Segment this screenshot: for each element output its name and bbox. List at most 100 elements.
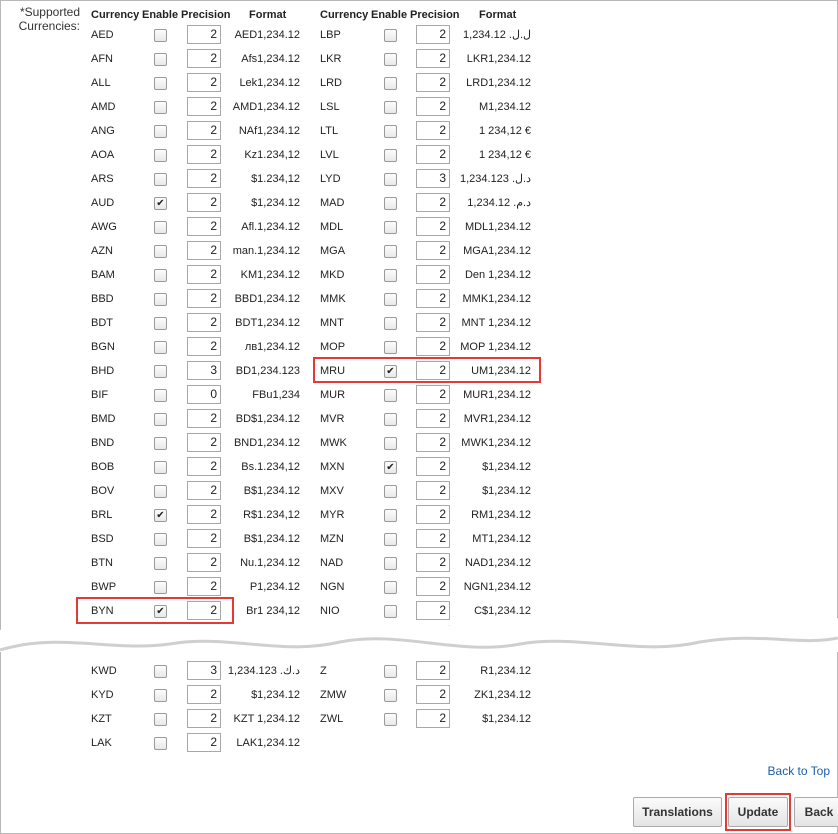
enable-checkbox[interactable] [384,413,397,426]
header-currency-right: Currency [320,9,369,21]
format-value: RM1,234.12 [471,509,531,521]
format-value: MOP 1,234.12 [460,341,531,353]
currency-row: MVR 2 MVR1,234.12 [0,407,560,431]
currency-row: MZN 2 MT1,234.12 [0,527,560,551]
precision-input[interactable]: 2 [416,505,450,524]
enable-checkbox[interactable] [384,317,397,330]
enable-checkbox[interactable] [384,437,397,450]
currency-code: LYD [320,173,341,185]
precision-input[interactable]: 2 [416,457,450,476]
currency-code: ZWL [320,713,344,725]
precision-input[interactable]: 2 [416,25,450,44]
enable-checkbox[interactable] [384,341,397,354]
enable-checkbox[interactable] [384,197,397,210]
currency-row: MKD 2 Den 1,234.12 [0,263,560,287]
currency-code: MNT [320,317,344,329]
precision-input[interactable]: 2 [416,409,450,428]
back-to-top-link[interactable]: Back to Top [768,764,830,778]
highlight-byn-row [76,597,234,624]
enable-checkbox[interactable] [384,101,397,114]
precision-input[interactable]: 2 [416,661,450,680]
enable-checkbox[interactable] [384,53,397,66]
currency-code: MAD [320,197,345,209]
precision-input[interactable]: 2 [416,433,450,452]
currency-row: MGA 2 MGA1,234.12 [0,239,560,263]
precision-input[interactable]: 2 [416,385,450,404]
currency-code: LSL [320,101,340,113]
enable-checkbox[interactable] [384,221,397,234]
enable-checkbox[interactable] [384,125,397,138]
enable-checkbox[interactable] [384,149,397,162]
back-button[interactable]: Back [794,797,838,827]
precision-input[interactable]: 2 [416,121,450,140]
enable-checkbox[interactable] [384,485,397,498]
format-value: 1,234.12 د.م.‏ [467,197,531,209]
enable-checkbox[interactable] [384,509,397,522]
format-value: $1,234.12 [482,485,531,497]
currency-code: LBP [320,29,341,41]
enable-checkbox[interactable] [384,713,397,726]
precision-input[interactable]: 2 [416,73,450,92]
format-value: MWK1,234.12 [461,437,531,449]
precision-input[interactable]: 2 [416,313,450,332]
currency-row: MUR 2 MUR1,234.12 [0,383,560,407]
enable-checkbox[interactable] [384,389,397,402]
precision-input[interactable]: 2 [416,289,450,308]
enable-checkbox[interactable] [384,557,397,570]
format-value: MGA1,234.12 [463,245,531,257]
enable-checkbox[interactable] [384,689,397,702]
currency-code: ZMW [320,689,347,701]
currency-row: LYD 3 1,234.123 د.ل.‏ [0,167,560,191]
currency-row: MOP 2 MOP 1,234.12 [0,335,560,359]
precision-input[interactable]: 3 [416,169,450,188]
precision-input[interactable]: 2 [416,481,450,500]
format-value: Den 1,234.12 [464,269,531,281]
precision-input[interactable]: 2 [416,145,450,164]
currency-code: MVR [320,413,345,425]
enable-checkbox[interactable] [384,269,397,282]
enable-checkbox[interactable] [154,737,167,750]
precision-input[interactable]: 2 [187,733,221,752]
enable-checkbox[interactable]: ✔ [384,461,397,474]
precision-input[interactable]: 2 [416,193,450,212]
precision-input[interactable]: 2 [416,709,450,728]
highlight-mru-row [313,357,541,383]
enable-checkbox[interactable] [384,173,397,186]
enable-checkbox[interactable] [384,533,397,546]
currency-code: Z [320,665,327,677]
enable-checkbox[interactable] [384,581,397,594]
currency-row: MWK 2 MWK1,234.12 [0,431,560,455]
precision-input[interactable]: 2 [416,577,450,596]
header-precision-left: Precision [181,9,231,21]
currency-code: MUR [320,389,346,401]
precision-input[interactable]: 2 [416,553,450,572]
enable-checkbox[interactable] [384,665,397,678]
precision-input[interactable]: 2 [416,49,450,68]
format-value: LAK1,234.12 [236,737,300,749]
format-value: 1 234,12 € [479,149,531,161]
format-value: MMK1,234.12 [462,293,531,305]
header-enable-right: Enable [371,9,408,21]
precision-input[interactable]: 2 [416,685,450,704]
precision-input[interactable]: 2 [416,337,450,356]
currency-row: LRD 2 LRD1,234.12 [0,71,560,95]
currency-row: MMK 2 MMK1,234.12 [0,287,560,311]
currency-code: MDL [320,221,344,233]
currency-code: MMK [320,293,346,305]
precision-input[interactable]: 2 [416,241,450,260]
enable-checkbox[interactable] [384,293,397,306]
enable-checkbox[interactable] [384,29,397,42]
header-enable-left: Enable [142,9,179,21]
precision-input[interactable]: 2 [416,217,450,236]
format-value: 1,234.123 د.ل.‏ [459,173,531,185]
enable-checkbox[interactable] [384,77,397,90]
precision-input[interactable]: 2 [416,265,450,284]
precision-input[interactable]: 2 [416,529,450,548]
format-value: LKR1,234.12 [466,53,531,65]
currency-row: LBP 2 ل.ل.‏ 1,234.12 [0,23,560,47]
translations-button[interactable]: Translations [633,797,722,827]
enable-checkbox[interactable] [384,245,397,258]
format-value: $1,234.12 [482,713,531,725]
precision-input[interactable]: 2 [416,97,450,116]
currency-code: MXV [320,485,344,497]
